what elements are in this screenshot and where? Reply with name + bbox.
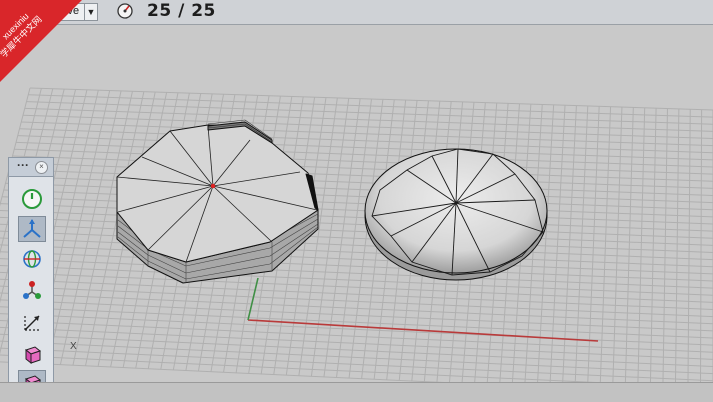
viewport-title-bar: Live ▼ 25 / 25 xyxy=(0,0,713,25)
scale-axes-icon xyxy=(21,312,43,334)
power-button[interactable] xyxy=(18,186,46,212)
molecule-icon xyxy=(21,278,43,300)
toolbar-header[interactable]: ··· × xyxy=(9,158,53,177)
molecule-button[interactable] xyxy=(18,276,46,302)
globe-icon xyxy=(21,248,43,270)
bottom-status-strip xyxy=(0,382,713,402)
toolbar-grip[interactable]: ··· xyxy=(17,158,29,172)
chevron-down-icon[interactable]: ▼ xyxy=(84,4,97,20)
origin-marker xyxy=(211,184,215,188)
dome-object[interactable] xyxy=(365,149,547,280)
cube-box-button[interactable] xyxy=(18,341,46,367)
floating-toolbar[interactable]: ··· × xyxy=(8,157,54,401)
watermark-logo: xuexiniu 学犀牛中文网 xyxy=(0,0,82,82)
perspective-viewport[interactable]: X xyxy=(0,0,713,401)
scale-axes-button[interactable] xyxy=(18,310,46,336)
close-icon[interactable]: × xyxy=(35,161,48,174)
axis-tripod-icon xyxy=(21,218,43,240)
cube-box-icon xyxy=(21,343,43,365)
globe-button[interactable] xyxy=(18,246,46,272)
gauge-icon[interactable] xyxy=(116,2,134,20)
frame-counter: 25 / 25 xyxy=(147,1,216,21)
axis-x-label: X xyxy=(70,341,77,352)
axis-tripod-button[interactable] xyxy=(18,216,46,242)
power-icon xyxy=(21,188,43,210)
